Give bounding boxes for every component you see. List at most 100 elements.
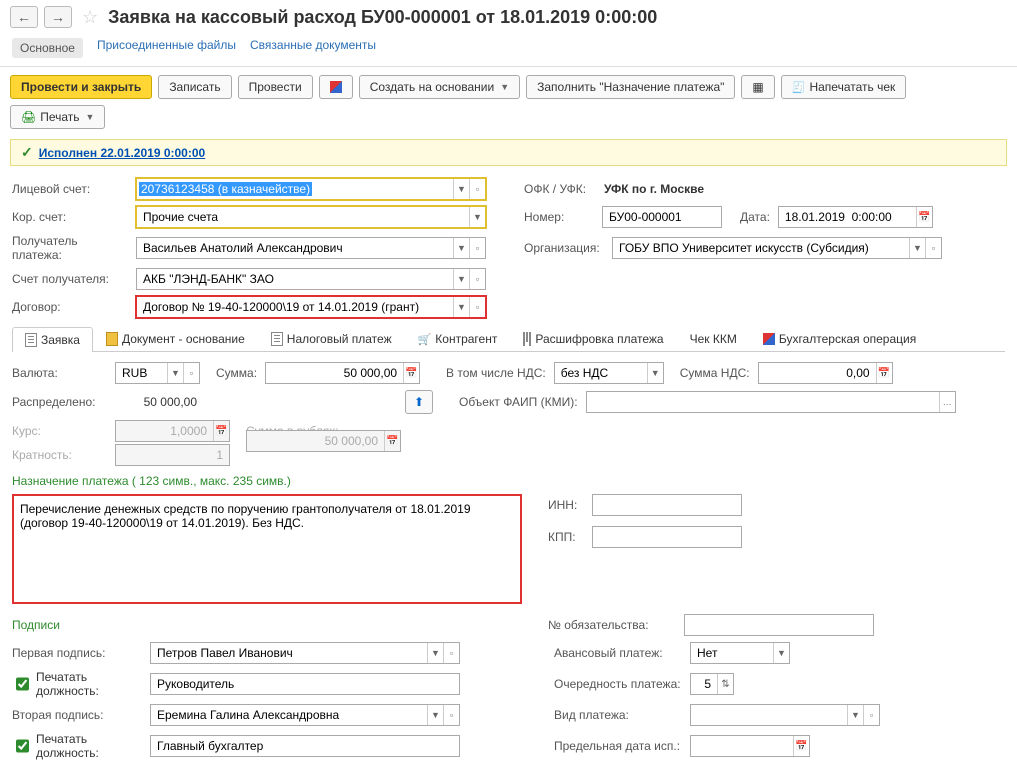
contract-open[interactable]: ▫: [469, 297, 485, 317]
fill-purpose-button[interactable]: Заполнить "Назначение платежа": [526, 75, 735, 99]
page-title: Заявка на кассовый расход БУ00-000001 от…: [108, 7, 657, 28]
faip-input[interactable]: [587, 392, 939, 412]
form-icon: [25, 333, 37, 347]
up-arrow-button[interactable]: ⬆: [405, 390, 433, 414]
subtab-payment-decode[interactable]: Расшифровка платежа: [510, 326, 676, 351]
inn-input[interactable]: [593, 495, 741, 515]
print-button[interactable]: Печать▼: [10, 105, 105, 129]
payee-account-input[interactable]: [137, 269, 453, 289]
number-input[interactable]: [603, 207, 721, 227]
personal-account-dropdown[interactable]: ▼: [453, 179, 469, 199]
org-dropdown[interactable]: ▼: [909, 238, 925, 258]
save-button[interactable]: Записать: [158, 75, 231, 99]
post-and-close-button[interactable]: Провести и закрыть: [10, 75, 152, 99]
structure-button[interactable]: [741, 75, 774, 99]
first-sign-input[interactable]: [151, 643, 427, 663]
vat-label: В том числе НДС:: [446, 366, 546, 380]
corr-account-dropdown[interactable]: ▼: [469, 207, 485, 227]
date-input[interactable]: [779, 207, 916, 227]
org-open[interactable]: ▫: [925, 238, 941, 258]
first-sign-dropdown[interactable]: ▼: [427, 643, 443, 663]
priority-spinner[interactable]: [717, 674, 733, 694]
sum-calc-button[interactable]: [403, 363, 419, 383]
kpp-input[interactable]: [593, 527, 741, 547]
personal-account-input[interactable]: 20736123458 (в казначействе): [139, 182, 312, 196]
print-position2-checkbox[interactable]: [16, 739, 29, 753]
currency-open[interactable]: ▫: [183, 363, 199, 383]
second-sign-dropdown[interactable]: ▼: [427, 705, 443, 725]
contract-label: Договор:: [12, 300, 128, 314]
sum-rub-calc-button: [384, 431, 400, 451]
status-check-icon: [21, 144, 33, 161]
kpp-label: КПП:: [548, 530, 584, 544]
ofk-value: УФК по г. Москве: [602, 182, 704, 196]
payee-dropdown[interactable]: ▼: [453, 238, 469, 258]
favorite-star-icon[interactable]: ☆: [82, 7, 98, 28]
payee-account-label: Счет получателя:: [12, 272, 128, 286]
subtab-tax-payment[interactable]: Налоговый платеж: [258, 326, 405, 351]
sum-input[interactable]: [266, 363, 403, 383]
number-label: Номер:: [524, 210, 594, 224]
vat-sum-input[interactable]: [759, 363, 876, 383]
payee-input[interactable]: [137, 238, 453, 258]
advance-dropdown[interactable]: ▼: [773, 643, 789, 663]
personal-account-label: Лицевой счет:: [12, 182, 128, 196]
receipt-icon: [792, 80, 806, 94]
vat-sum-calc-button[interactable]: [876, 363, 892, 383]
personal-account-open[interactable]: ▫: [469, 179, 485, 199]
payee-open[interactable]: ▫: [469, 238, 485, 258]
subtab-accounting-op[interactable]: Бухгалтерская операция: [750, 326, 929, 351]
second-sign-input[interactable]: [151, 705, 427, 725]
subtab-basis-document[interactable]: Документ - основание: [93, 326, 258, 351]
payee-label: Получатель платежа:: [12, 234, 128, 262]
payment-type-input[interactable]: [691, 705, 847, 725]
vat-input[interactable]: [555, 363, 647, 383]
nav-forward-button[interactable]: →: [44, 6, 72, 28]
corr-account-input[interactable]: [137, 207, 469, 227]
print-icon: [21, 110, 36, 124]
create-from-button[interactable]: Создать на основании▼: [359, 75, 520, 99]
subtab-kkm-check[interactable]: Чек ККМ: [677, 326, 750, 351]
faip-select-button[interactable]: [939, 392, 955, 412]
contract-dropdown[interactable]: ▼: [453, 297, 469, 317]
deadline-input[interactable]: [691, 736, 793, 756]
org-input[interactable]: [613, 238, 909, 258]
status-link[interactable]: Исполнен 22.01.2019 0:00:00: [39, 146, 205, 160]
obligation-input[interactable]: [685, 615, 873, 635]
payee-account-dropdown[interactable]: ▼: [453, 269, 469, 289]
print-position2-input[interactable]: [151, 736, 459, 756]
document-icon: [106, 332, 118, 346]
tab-related-docs[interactable]: Связанные документы: [250, 38, 376, 58]
first-sign-label: Первая подпись:: [12, 646, 142, 660]
payment-type-open[interactable]: ▫: [863, 705, 879, 725]
payee-account-open[interactable]: ▫: [469, 269, 485, 289]
tab-attached-files[interactable]: Присоединенные файлы: [97, 38, 236, 58]
second-sign-open[interactable]: ▫: [443, 705, 459, 725]
org-label: Организация:: [524, 241, 604, 255]
subtab-counterparty[interactable]: Контрагент: [405, 326, 511, 351]
rate-label: Курс:: [12, 424, 107, 438]
priority-input[interactable]: [691, 674, 717, 694]
vat-dropdown[interactable]: ▼: [647, 363, 663, 383]
post-button[interactable]: Провести: [238, 75, 313, 99]
subtab-application[interactable]: Заявка: [12, 327, 93, 352]
advance-input[interactable]: [691, 643, 773, 663]
first-sign-open[interactable]: ▫: [443, 643, 459, 663]
debit-credit-button[interactable]: [319, 75, 353, 99]
payment-type-dropdown[interactable]: ▼: [847, 705, 863, 725]
nav-back-button[interactable]: ←: [10, 6, 38, 28]
print-check-button[interactable]: Напечатать чек: [781, 75, 907, 99]
distributed-label: Распределено:: [12, 395, 107, 409]
contract-input[interactable]: [137, 297, 453, 317]
purpose-textarea[interactable]: Перечисление денежных средств по поручен…: [12, 494, 522, 604]
currency-dropdown[interactable]: ▼: [167, 363, 183, 383]
date-calendar-button[interactable]: [916, 207, 932, 227]
print-position1-input[interactable]: [151, 674, 459, 694]
print-position1-checkbox[interactable]: [16, 677, 29, 691]
vat-sum-label: Сумма НДС:: [680, 366, 750, 380]
currency-input[interactable]: [116, 363, 167, 383]
deadline-calendar-button[interactable]: [793, 736, 809, 756]
currency-label: Валюта:: [12, 366, 107, 380]
tab-main[interactable]: Основное: [12, 38, 83, 58]
print-position2-label: Печатать должность:: [36, 732, 142, 760]
